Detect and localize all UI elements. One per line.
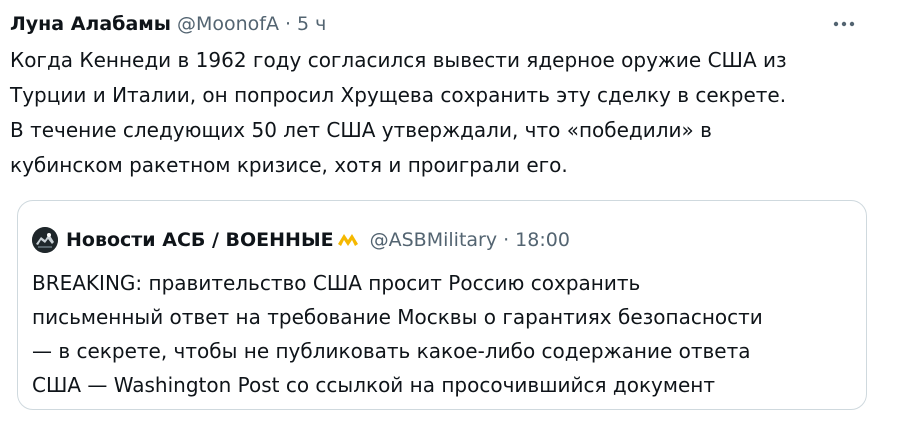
tweet[interactable]: Луна Алабамы @MoonofA · 5 ч Когда Кеннед… (0, 0, 900, 429)
author-handle[interactable]: @MoonofA (177, 10, 279, 38)
yellow-chevron-emoji-icon (336, 229, 360, 251)
quoted-tweet-card[interactable]: Новости АСБ / ВОЕННЫЕ @ASBMilitary · 18:… (17, 200, 867, 410)
quoted-text-line: США — Washington Post со ссылкой на прос… (32, 373, 715, 397)
separator-dot: · (503, 229, 510, 251)
quoted-timestamp[interactable]: 18:00 (515, 225, 570, 255)
quoted-author-name[interactable]: Новости АСБ / ВОЕННЫЕ (66, 225, 334, 255)
timestamp[interactable]: 5 ч (297, 10, 326, 38)
tweet-text-line: Когда Кеннеди в 1962 году согласился выв… (10, 48, 787, 72)
tweet-text-line: кубинском ракетном кризисе, хотя и проиг… (10, 153, 568, 177)
tweet-text: Когда Кеннеди в 1962 году согласился выв… (10, 43, 870, 183)
more-options-button[interactable] (830, 12, 858, 36)
author-name[interactable]: Луна Алабамы (10, 10, 171, 38)
quoted-tweet-text: BREAKING: правительство США просит Росси… (32, 266, 852, 402)
avatar[interactable] (32, 227, 58, 253)
quoted-tweet-header: Новости АСБ / ВОЕННЫЕ @ASBMilitary · 18:… (32, 225, 570, 255)
quoted-text-line: — в секрете, чтобы не публиковать какое-… (32, 339, 751, 363)
separator-dot: · (284, 13, 292, 35)
tweet-text-line: В течение следующих 50 лет США утверждал… (10, 118, 712, 142)
quoted-author-handle[interactable]: @ASBMilitary (370, 225, 497, 255)
quoted-text-line: письменный ответ на требование Москвы о … (32, 305, 763, 329)
quoted-text-line: BREAKING: правительство США просит Росси… (32, 271, 641, 295)
more-horizontal-icon (833, 21, 855, 27)
tweet-header: Луна Алабамы @MoonofA · 5 ч (10, 10, 326, 38)
tweet-text-line: Турции и Италии, он попросил Хрущева сох… (10, 83, 787, 107)
